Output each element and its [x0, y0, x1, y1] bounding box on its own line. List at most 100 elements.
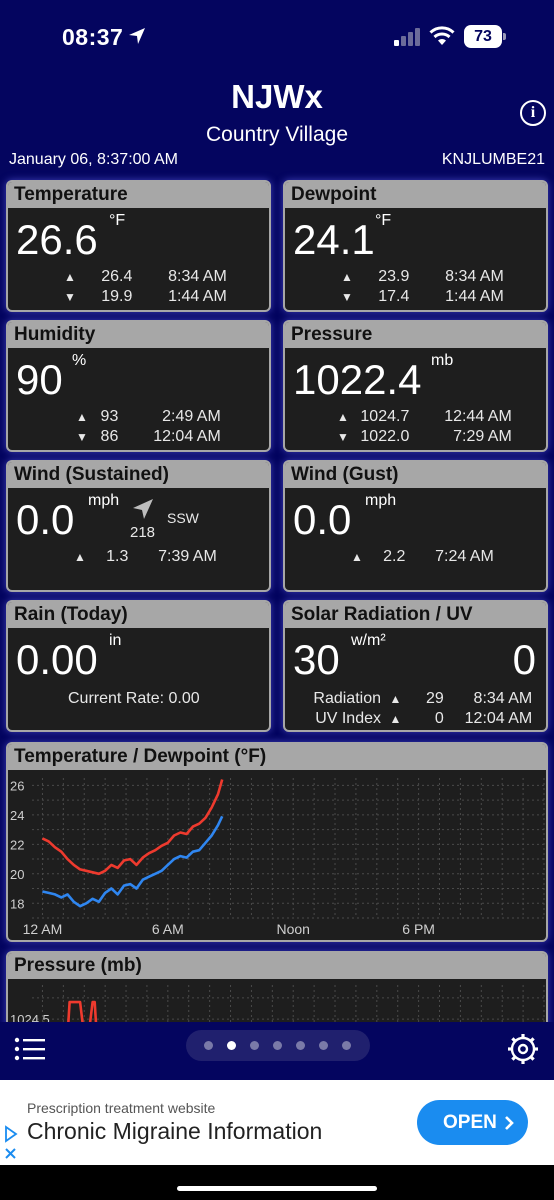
card-title: Rain (Today): [8, 602, 269, 628]
rain-unit: in: [109, 632, 122, 649]
rain-value: 0.00: [16, 636, 98, 683]
high-time: 7:39 AM: [158, 548, 217, 565]
location-arrow-icon: [129, 28, 145, 44]
wind-direction-arrow-icon: [133, 499, 153, 519]
system-bottom-bar: [0, 1165, 554, 1200]
humidity-unit: %: [72, 352, 87, 369]
ad-choices-icon[interactable]: [3, 1125, 19, 1165]
low-row: ▼ 1022.0 7:29 AM: [337, 428, 512, 446]
status-time: 08:37: [62, 24, 124, 50]
up-triangle-icon: ▲: [389, 712, 402, 726]
temp-dewpoint-chart: 18 20 22 24 26 12 AM 6 AM Noon 6 PM: [10, 778, 545, 937]
up-triangle-icon: ▲: [351, 550, 363, 564]
up-triangle-icon: ▲: [64, 270, 76, 284]
page-dot[interactable]: [227, 1041, 236, 1050]
radiation-label: Radiation: [313, 690, 381, 707]
radiation-time: 8:34 AM: [473, 690, 533, 707]
info-icon[interactable]: i: [520, 100, 546, 126]
high-row: ▲ 2.2 7:24 AM: [351, 548, 494, 566]
ad-title[interactable]: Chronic Migraine Information: [27, 1118, 322, 1145]
wind-gust-card[interactable]: Wind (Gust) 0.0 mph ▲ 2.2 7:24 AM: [283, 460, 548, 592]
x-tick-label: 6 AM: [152, 921, 184, 937]
low-value: 19.9: [101, 288, 133, 305]
page-dot[interactable]: [273, 1041, 282, 1050]
temp-dewpoint-chart-card[interactable]: Temperature / Dewpoint (°F) 18 20 22 24 26 12…: [6, 742, 548, 942]
page-dot[interactable]: [342, 1041, 351, 1050]
chevron-right-icon: [505, 1116, 514, 1130]
high-row: ▲ 26.4 8:34 AM: [64, 268, 227, 286]
pressure-card[interactable]: Pressure 1022.4 mb ▲ 1024.7 12:44 AM ▼ 1…: [283, 320, 548, 452]
card-title: Wind (Gust): [285, 462, 546, 488]
status-bar: 08:37 73: [0, 0, 554, 80]
ad-open-button[interactable]: OPEN: [417, 1100, 528, 1145]
high-row: ▲ 1.3 7:39 AM: [74, 548, 217, 566]
x-tick-label: 6 PM: [402, 921, 435, 937]
dewpoint-card[interactable]: Dewpoint 24.1 °F ▲ 23.9 8:34 AM ▼ 17.4 1…: [283, 180, 548, 312]
app-screen: 08:37 73 NJWx Country Village i January …: [0, 0, 554, 1081]
card-title: Pressure: [285, 322, 546, 348]
y-tick-label: 22: [10, 837, 24, 852]
chart-title: Pressure (mb): [8, 953, 546, 979]
uv-row: UV Index ▲ 0 12:04 AM: [311, 710, 532, 728]
ad-label: Prescription treatment website: [27, 1100, 216, 1116]
chart-title: Temperature / Dewpoint (°F): [8, 744, 546, 770]
up-triangle-icon: ▲: [337, 410, 349, 424]
high-row: ▲ 93 2:49 AM: [76, 408, 221, 426]
high-value: 2.2: [383, 548, 406, 565]
card-title: Wind (Sustained): [8, 462, 269, 488]
high-value: 1024.7: [360, 408, 410, 425]
low-time: 1:44 AM: [445, 288, 504, 305]
high-value: 93: [100, 408, 119, 425]
card-title: Dewpoint: [285, 182, 546, 208]
high-value: 26.4: [101, 268, 133, 285]
radiation-high: 29: [426, 690, 444, 707]
card-title: Solar Radiation / UV: [285, 602, 546, 628]
page-dot[interactable]: [250, 1041, 259, 1050]
home-indicator[interactable]: [177, 1186, 377, 1191]
low-row: ▼ 86 12:04 AM: [76, 428, 221, 446]
rain-rate: Current Rate: 0.00: [68, 690, 200, 707]
wind-sustained-card[interactable]: Wind (Sustained) 0.0 mph 218 SSW ▲ 1.3 7…: [6, 460, 271, 592]
station-name: Country Village: [205, 123, 349, 146]
high-time: 8:34 AM: [445, 268, 504, 285]
temperature-unit: °F: [109, 212, 126, 229]
wind-direction-degrees: 218: [130, 524, 156, 541]
list-menu-icon[interactable]: [14, 1037, 46, 1061]
down-triangle-icon: ▼: [76, 430, 88, 444]
y-tick-label: 26: [10, 778, 24, 793]
solar-uv-card[interactable]: Solar Radiation / UV 30 w/m² 0 Radiation…: [283, 600, 548, 732]
wind-speed-value: 0.0: [16, 496, 75, 543]
pressure-unit: mb: [431, 352, 454, 369]
high-value: 1.3: [106, 548, 129, 565]
low-value: 86: [100, 428, 119, 445]
temperature-card[interactable]: Temperature 26.6 °F ▲ 26.4 8:34 AM ▼ 19.…: [6, 180, 271, 312]
high-row: ▲ 1024.7 12:44 AM: [337, 408, 512, 426]
low-time: 1:44 AM: [168, 288, 227, 305]
page-dot[interactable]: [204, 1041, 213, 1050]
humidity-value: 90: [16, 356, 63, 403]
high-time: 7:24 AM: [435, 548, 494, 565]
observation-datetime: January 06, 8:37:00 AM: [9, 151, 178, 168]
solar-unit: w/m²: [351, 632, 386, 649]
wind-direction-cardinal: SSW: [167, 510, 199, 526]
dewpoint-value: 24.1: [293, 216, 375, 263]
up-triangle-icon: ▲: [341, 270, 353, 284]
humidity-card[interactable]: Humidity 90 % ▲ 93 2:49 AM ▼ 86 12:04 AM: [6, 320, 271, 452]
pressure-value: 1022.4: [293, 356, 422, 403]
y-tick-label: 18: [10, 896, 24, 911]
low-value: 17.4: [378, 288, 410, 305]
rain-card[interactable]: Rain (Today) 0.00 in Current Rate: 0.00: [6, 600, 271, 732]
uv-time: 12:04 AM: [464, 710, 533, 727]
page-dot[interactable]: [296, 1041, 305, 1050]
up-triangle-icon: ▲: [389, 692, 402, 706]
x-tick-label: Noon: [276, 921, 309, 937]
uv-label: UV Index: [315, 710, 381, 727]
up-triangle-icon: ▲: [74, 550, 86, 564]
temperature-value: 26.6: [16, 216, 98, 263]
page-indicator[interactable]: [186, 1030, 370, 1061]
y-tick-label: 20: [10, 867, 24, 882]
high-time: 12:44 AM: [444, 408, 512, 425]
settings-gear-icon[interactable]: [506, 1032, 540, 1066]
page-dot[interactable]: [319, 1041, 328, 1050]
series-line: [41, 779, 224, 876]
